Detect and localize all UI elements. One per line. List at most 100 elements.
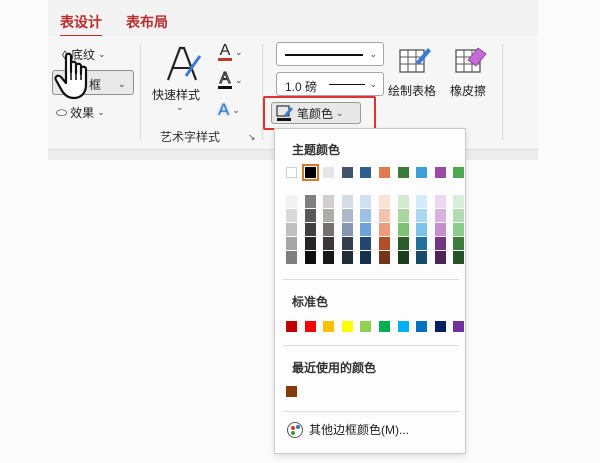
text-outline-button[interactable]: A ⌄ [218, 70, 243, 89]
pen-color-button[interactable]: 笔颜色 ⌄ [271, 102, 361, 124]
theme-shade-swatch[interactable] [434, 209, 446, 222]
theme-color-swatch[interactable] [397, 167, 409, 178]
theme-shade-swatch[interactable] [397, 209, 409, 222]
text-effects-button[interactable]: A ⌄ [218, 100, 240, 120]
theme-shade-swatch[interactable] [379, 237, 390, 250]
theme-shade-swatch[interactable] [341, 237, 353, 250]
chevron-down-icon: ⌄ [118, 79, 126, 89]
theme-shade-swatch[interactable] [323, 195, 335, 208]
theme-shade-swatch[interactable] [360, 209, 372, 222]
standard-color-swatch[interactable] [286, 321, 297, 332]
group-separator [140, 44, 141, 140]
theme-shade-swatch[interactable] [379, 209, 390, 222]
tab-table-design[interactable]: 表设计 [60, 12, 102, 37]
theme-shade-swatch[interactable] [341, 223, 353, 236]
theme-shade-swatch[interactable] [304, 251, 316, 264]
theme-shade-swatch[interactable] [304, 195, 316, 208]
theme-shade-swatch[interactable] [323, 223, 335, 236]
draw-table-label: 绘制表格 [388, 84, 437, 98]
standard-color-swatch[interactable] [323, 321, 335, 332]
chevron-down-icon: ⌄ [97, 107, 105, 117]
pen-weight-value: 1.0 磅 [285, 80, 318, 94]
theme-shade-swatch[interactable] [434, 223, 446, 236]
standard-color-swatch[interactable] [434, 321, 446, 332]
theme-shade-swatch[interactable] [379, 251, 390, 264]
chevron-down-icon: ⌄ [235, 47, 243, 57]
theme-shade-swatch[interactable] [360, 251, 372, 264]
theme-shade-swatch[interactable] [416, 251, 428, 264]
theme-shade-swatch[interactable] [286, 237, 297, 250]
theme-shade-swatch[interactable] [341, 251, 353, 264]
theme-color-swatch[interactable] [416, 167, 428, 178]
theme-color-swatch[interactable] [301, 164, 319, 181]
theme-shade-swatch[interactable] [360, 195, 372, 208]
theme-shade-swatch[interactable] [453, 195, 465, 208]
palette-icon [287, 421, 303, 438]
text-fill-icon: A [219, 42, 231, 59]
standard-color-swatch[interactable] [397, 321, 409, 332]
theme-shade-swatch[interactable] [286, 251, 297, 264]
theme-shade-swatch[interactable] [453, 223, 465, 236]
dialog-launcher-icon[interactable]: ↘ [248, 132, 256, 143]
theme-shade-swatch[interactable] [434, 251, 446, 264]
theme-shade-swatch[interactable] [286, 195, 297, 208]
theme-shade-swatch[interactable] [397, 251, 409, 264]
theme-shade-swatch[interactable] [304, 223, 316, 236]
theme-color-swatch[interactable] [360, 167, 372, 178]
standard-color-swatch[interactable] [341, 321, 353, 332]
theme-shade-swatch[interactable] [341, 209, 353, 222]
standard-color-swatch[interactable] [453, 321, 465, 332]
pen-style-select[interactable]: ⌄ [276, 42, 384, 66]
theme-shade-swatch[interactable] [416, 209, 428, 222]
effects-button[interactable]: ⬭ 效果 ⌄ [56, 104, 105, 121]
theme-shade-swatch[interactable] [379, 223, 390, 236]
theme-shade-swatch[interactable] [341, 195, 353, 208]
theme-shade-swatch[interactable] [416, 237, 428, 250]
eraser-button[interactable]: 橡皮擦 [446, 44, 498, 104]
theme-color-swatch[interactable] [323, 167, 335, 178]
theme-color-swatch[interactable] [434, 167, 446, 178]
theme-shade-swatch[interactable] [397, 223, 409, 236]
theme-shade-swatch[interactable] [397, 195, 409, 208]
theme-color-swatch[interactable] [379, 167, 390, 178]
theme-shade-swatch[interactable] [453, 209, 465, 222]
theme-shade-swatch[interactable] [360, 237, 372, 250]
theme-shade-swatch[interactable] [453, 237, 465, 250]
chevron-down-icon: ⌄ [336, 107, 344, 118]
theme-shade-swatch[interactable] [286, 209, 297, 222]
theme-shade-swatch[interactable] [323, 237, 335, 250]
theme-shade-swatch[interactable] [323, 209, 335, 222]
quick-styles-button[interactable]: 快速样式 ⌄ [148, 42, 212, 114]
theme-shade-swatch[interactable] [434, 195, 446, 208]
theme-shade-swatch[interactable] [416, 195, 428, 208]
theme-color-swatch[interactable] [286, 167, 297, 178]
app-window: 表设计 表布局 ◊ 底纹 ⌄ 框 ⌄ ⬭ 效果 ⌄ 快速样式 ⌄ A ⌄ A ⌄… [0, 0, 600, 463]
standard-color-swatch[interactable] [360, 321, 372, 332]
theme-shade-swatch[interactable] [416, 223, 428, 236]
pen-weight-select[interactable]: 1.0 磅 ⌄ [276, 72, 384, 96]
standard-color-swatch[interactable] [304, 321, 316, 332]
text-fill-button[interactable]: A ⌄ [218, 42, 243, 61]
hand-cursor-icon [54, 52, 88, 100]
theme-shade-swatch[interactable] [286, 223, 297, 236]
theme-shade-swatch[interactable] [379, 195, 390, 208]
theme-shade-swatch[interactable] [323, 251, 335, 264]
theme-shade-swatch[interactable] [360, 223, 372, 236]
theme-color-swatch[interactable] [341, 167, 353, 178]
standard-color-swatch[interactable] [416, 321, 428, 332]
more-border-colors-item[interactable]: 其他边框颜色(M)... [287, 421, 409, 438]
effects-label: 效果 [70, 106, 95, 120]
theme-shade-swatch[interactable] [453, 251, 465, 264]
tab-table-layout[interactable]: 表布局 [126, 12, 168, 32]
divider [283, 411, 459, 412]
recent-color-swatch[interactable] [286, 386, 297, 397]
eraser-icon [455, 47, 487, 73]
theme-shade-swatch[interactable] [397, 237, 409, 250]
recent-colors-title: 最近使用的颜色 [292, 361, 377, 375]
standard-color-swatch[interactable] [379, 321, 390, 332]
theme-shade-swatch[interactable] [434, 237, 446, 250]
draw-table-button[interactable]: 绘制表格 [386, 44, 442, 104]
theme-color-swatch[interactable] [453, 167, 465, 178]
theme-shade-swatch[interactable] [304, 237, 316, 250]
theme-shade-swatch[interactable] [304, 209, 316, 222]
